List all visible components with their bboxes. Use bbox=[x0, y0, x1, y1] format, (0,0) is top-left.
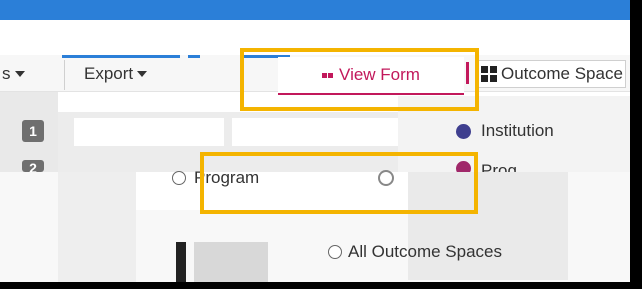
top-blue-bar bbox=[0, 0, 630, 20]
export-button[interactable]: Export bbox=[84, 64, 148, 84]
color-dot-icon bbox=[456, 123, 471, 139]
content-field bbox=[74, 118, 224, 146]
toolbar-divider bbox=[64, 60, 65, 90]
window-edge-bottom bbox=[0, 282, 642, 289]
grey-block bbox=[194, 242, 268, 282]
outcome-spaces-label: Outcome Space bbox=[501, 64, 623, 83]
content-field bbox=[232, 118, 402, 146]
export-label: Export bbox=[84, 64, 134, 83]
list-item-institution[interactable]: Institution bbox=[456, 121, 554, 141]
highlight-box bbox=[240, 48, 479, 111]
highlight-box bbox=[200, 152, 478, 214]
step-badge: 1 bbox=[22, 120, 44, 142]
previous-dropdown-label: s bbox=[2, 64, 11, 83]
previous-dropdown-button[interactable]: s bbox=[2, 64, 25, 84]
step-badge: 2 bbox=[22, 160, 44, 172]
all-outcome-spaces-option[interactable]: All Outcome Spaces bbox=[328, 242, 502, 262]
chevron-down-icon bbox=[137, 71, 148, 77]
window-edge-right bbox=[630, 0, 642, 289]
options-panel-left bbox=[58, 172, 136, 282]
tab-accent-bar-small bbox=[188, 55, 200, 58]
radio-icon bbox=[328, 245, 342, 259]
radio-icon bbox=[172, 171, 186, 185]
chevron-down-icon bbox=[14, 71, 25, 77]
grid-icon bbox=[481, 66, 497, 82]
tab-accent-bar bbox=[62, 55, 180, 58]
outcome-spaces-button[interactable]: Outcome Space bbox=[476, 60, 626, 88]
dark-bar bbox=[176, 242, 186, 282]
